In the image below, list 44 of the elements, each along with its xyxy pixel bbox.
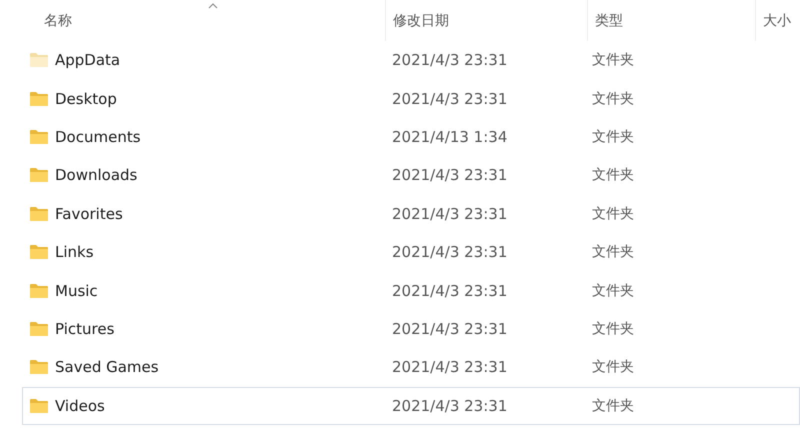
file-name[interactable]: Videos (55, 396, 105, 415)
file-name[interactable]: Desktop (55, 90, 117, 108)
file-name[interactable]: Saved Games (55, 358, 159, 376)
file-type: 文件夹 (592, 320, 634, 338)
file-name[interactable]: Downloads (55, 166, 138, 184)
file-row[interactable]: Links 2021/4/3 23:31 文件夹 (22, 232, 800, 272)
file-type: 文件夹 (592, 396, 634, 415)
file-row[interactable]: Favorites 2021/4/3 23:31 文件夹 (22, 194, 800, 233)
file-type: 文件夹 (592, 128, 634, 146)
modified-date: 2021/4/3 23:31 (392, 90, 508, 108)
column-header[interactable]: 类型 (587, 0, 755, 41)
file-name[interactable]: Favorites (55, 204, 123, 223)
modified-date: 2021/4/3 23:31 (392, 51, 508, 70)
file-type: 文件夹 (592, 204, 634, 223)
file-name[interactable]: Pictures (55, 320, 114, 338)
modified-date: 2021/4/3 23:31 (392, 282, 508, 300)
file-row[interactable]: Desktop 2021/4/3 23:31 文件夹 (22, 79, 800, 118)
file-row[interactable]: AppData 2021/4/3 23:31 文件夹 (22, 41, 800, 80)
column-header[interactable]: 名称 (0, 0, 385, 41)
file-name[interactable]: AppData (55, 51, 120, 70)
file-type: 文件夹 (592, 358, 634, 376)
file-type: 文件夹 (592, 282, 634, 300)
file-name[interactable]: Documents (55, 128, 141, 146)
file-row[interactable]: Downloads 2021/4/3 23:31 文件夹 (22, 156, 800, 195)
modified-date: 2021/4/3 23:31 (392, 243, 508, 262)
file-row[interactable]: Documents 2021/4/13 1:34 文件夹 (22, 118, 800, 156)
modified-date: 2021/4/3 23:31 (392, 320, 508, 338)
modified-date: 2021/4/3 23:31 (392, 396, 508, 415)
file-name[interactable]: Music (55, 282, 98, 300)
file-row[interactable]: Pictures 2021/4/3 23:31 文件夹 (22, 310, 800, 348)
file-row[interactable]: Music 2021/4/3 23:31 文件夹 (22, 271, 800, 310)
modified-date: 2021/4/3 23:31 (392, 204, 508, 223)
file-row[interactable]: Saved Games 2021/4/3 23:31 文件夹 (22, 348, 800, 387)
modified-date: 2021/4/13 1:34 (392, 128, 508, 146)
file-type: 文件夹 (592, 166, 634, 184)
file-type: 文件夹 (592, 243, 634, 262)
modified-date: 2021/4/3 23:31 (392, 166, 508, 184)
modified-date: 2021/4/3 23:31 (392, 358, 508, 376)
column-header[interactable]: 大小 (755, 0, 800, 41)
file-row[interactable]: Videos 2021/4/3 23:31 文件夹 (22, 386, 800, 425)
file-type: 文件夹 (592, 90, 634, 108)
file-type: 文件夹 (592, 51, 634, 70)
column-header[interactable]: 修改日期 (385, 0, 587, 41)
file-name[interactable]: Links (55, 243, 94, 262)
